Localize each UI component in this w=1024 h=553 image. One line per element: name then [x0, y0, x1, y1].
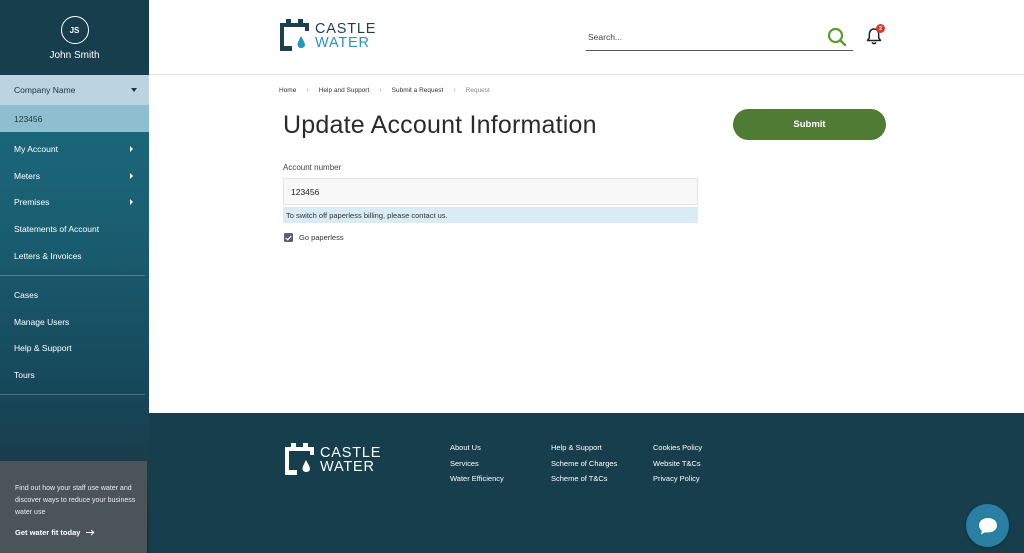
promo-link[interactable]: Get water fit today [15, 528, 137, 537]
sidebar-item-label: Meters [14, 170, 40, 181]
account-number-field[interactable] [283, 178, 698, 205]
footer-logo-text: CASTLE WATER [320, 444, 382, 475]
breadcrumb: Home › Help and Support › Submit a Reque… [279, 87, 490, 94]
checkmark-icon [285, 235, 292, 241]
go-paperless-checkbox[interactable] [284, 233, 293, 242]
footer-link-scheme-of-charges[interactable]: Scheme of Charges [551, 459, 617, 475]
chevron-right-icon [130, 146, 133, 153]
footer-link-cookies-policy[interactable]: Cookies Policy [653, 443, 702, 459]
header: CASTLE WATER 2 [149, 0, 1024, 75]
sidebar-item-label: Cases [14, 290, 39, 301]
footer-link-services[interactable]: Services [450, 459, 504, 475]
footer-links-col-3: Cookies Policy Website T&Cs Privacy Poli… [653, 443, 702, 490]
footer-logo[interactable]: CASTLE WATER [283, 441, 381, 478]
avatar[interactable]: JS [60, 16, 89, 44]
caret-down-icon [131, 88, 137, 92]
sidebar-item-my-account[interactable]: My Account [0, 136, 149, 163]
castle-water-logo[interactable]: CASTLE WATER [278, 17, 376, 54]
company-select[interactable]: Company Name [0, 75, 149, 105]
chevron-right-icon [130, 199, 133, 206]
search-input[interactable] [586, 24, 806, 49]
footer-links-col-1: About Us Services Water Efficiency [450, 443, 504, 490]
water-fit-promo: Find out how your staff use water and di… [0, 461, 147, 553]
breadcrumb-home[interactable]: Home [279, 87, 296, 94]
promo-text: Find out how your staff use water and di… [15, 485, 136, 516]
sidebar-item-help-support[interactable]: Help & Support [0, 335, 149, 362]
go-paperless-option[interactable]: Go paperless [284, 233, 344, 242]
footer-link-scheme-of-tcs[interactable]: Scheme of T&Cs [551, 474, 617, 490]
logo-word-water: WATER [315, 34, 370, 51]
sidebar-nav: My Account Meters Premises Statements of… [0, 132, 149, 396]
breadcrumb-separator: › [306, 87, 309, 94]
breadcrumb-separator: › [453, 87, 456, 94]
chat-bubble-icon [978, 517, 997, 534]
go-paperless-label: Go paperless [299, 233, 344, 242]
promo-link-label: Get water fit today [15, 528, 81, 537]
logo-word-castle: CASTLE [320, 444, 382, 461]
sidebar-item-meters[interactable]: Meters [0, 163, 149, 190]
sidebar-item-statements[interactable]: Statements of Account [0, 216, 149, 243]
account-id: 123456 [0, 105, 149, 132]
account-number-label: Account number [283, 163, 342, 172]
arrow-right-icon [86, 529, 95, 536]
sidebar-item-label: Help & Support [14, 343, 72, 354]
logo-text: CASTLE WATER [315, 20, 377, 51]
sidebar-item-label: Premises [14, 197, 50, 208]
chat-button[interactable] [966, 504, 1009, 547]
castle-logo-icon [285, 443, 314, 475]
submit-button[interactable]: Submit [733, 109, 886, 140]
castle-logo-icon [280, 19, 309, 51]
divider [0, 274, 145, 276]
sidebar: JS John Smith Company Name 123456 My Acc… [0, 0, 149, 553]
footer-link-water-efficiency[interactable]: Water Efficiency [450, 474, 504, 490]
breadcrumb-current: Request [465, 87, 490, 94]
paperless-info-message: To switch off paperless billing, please … [283, 207, 698, 223]
sidebar-item-label: Letters & Invoices [14, 250, 82, 261]
footer-link-about-us[interactable]: About Us [450, 443, 504, 459]
breadcrumb-separator: › [379, 87, 382, 94]
sidebar-item-label: Tours [14, 370, 35, 381]
sidebar-item-manage-users[interactable]: Manage Users [0, 309, 149, 336]
sidebar-item-label: Manage Users [14, 316, 70, 327]
user-name[interactable]: John Smith [49, 50, 99, 61]
user-block[interactable]: JS John Smith [0, 0, 149, 75]
company-select-label: Company Name [14, 85, 76, 95]
notifications[interactable]: 2 [866, 24, 885, 50]
page-title: Update Account Information [283, 111, 597, 139]
notification-badge: 2 [876, 24, 885, 33]
search-icon[interactable] [827, 27, 847, 47]
sidebar-item-label: My Account [14, 144, 58, 155]
footer-links-col-2: Help & Support Scheme of Charges Scheme … [551, 443, 617, 490]
breadcrumb-help-support[interactable]: Help and Support [319, 87, 370, 94]
search-bar [586, 24, 853, 51]
divider [0, 394, 145, 396]
footer-link-help-support[interactable]: Help & Support [551, 443, 617, 459]
footer: CASTLE WATER About Us Services Water Eff… [149, 413, 1024, 553]
footer-link-privacy-policy[interactable]: Privacy Policy [653, 474, 702, 490]
sidebar-item-label: Statements of Account [14, 224, 100, 235]
footer-link-website-tcs[interactable]: Website T&Cs [653, 459, 702, 475]
logo-word-castle: CASTLE [315, 20, 377, 37]
sidebar-item-tours[interactable]: Tours [0, 362, 149, 389]
breadcrumb-submit-request[interactable]: Submit a Request [392, 87, 444, 94]
sidebar-item-premises[interactable]: Premises [0, 189, 149, 216]
sidebar-item-letters-invoices[interactable]: Letters & Invoices [0, 242, 149, 269]
sidebar-item-cases[interactable]: Cases [0, 282, 149, 309]
logo-word-water: WATER [320, 458, 375, 475]
chevron-right-icon [130, 172, 133, 179]
